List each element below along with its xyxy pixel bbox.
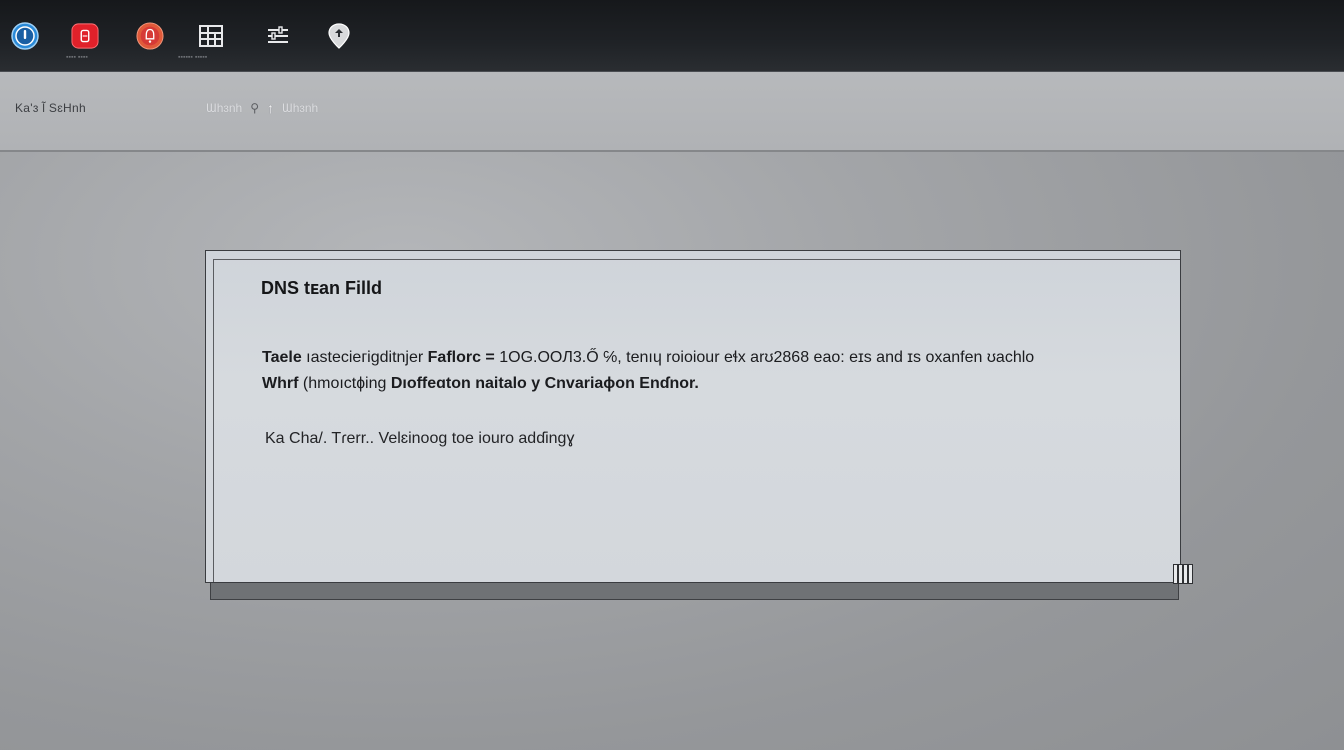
screen: ▪▪▪▪ ▪▪▪▪ ▪▪▪▪▪▪ ▪▪▪▪▪ Ka'ɜ l̃ SɛHnh Ɯhɜ…	[0, 0, 1344, 750]
dialog-message-line-2: Whrf (hmoıctɸing Dıoffeɑton naitalo y Cn…	[262, 371, 1162, 397]
dialog-title: DNS tᴇan Filld	[261, 278, 383, 298]
dialog-hint: Ka Cha/. Tɾerr.. Velɛinoog toe iouro adɗ…	[265, 430, 575, 447]
search-icon[interactable]: ⚲	[250, 101, 259, 115]
search-placeholder: Ɯhɜnh	[206, 101, 243, 115]
sliders-icon[interactable]	[264, 22, 292, 50]
message-term-a: Taele	[262, 349, 302, 366]
dialog-message-line-1: Taele ıastecieгigditnjer Faflorc = 1OG.O…	[262, 345, 1162, 371]
alert-icon[interactable]	[136, 22, 164, 50]
message-text-b: 1OG.OOЛ3.Ő ℅, tenıɥ roioiour eɬx arʊ2868…	[494, 349, 1035, 366]
power-icon[interactable]	[11, 22, 39, 50]
record-caption: ▪▪▪▪ ▪▪▪▪	[66, 54, 88, 61]
error-dialog: DNS tᴇan Filld Taele ıastecieгigditnjer …	[205, 250, 1181, 583]
dialog-inner-border-top	[213, 259, 1180, 260]
search-trailing-text: Ɯhɜnh	[282, 101, 319, 115]
message-term-b: Faflorc =	[427, 349, 495, 366]
top-toolbar: ▪▪▪▪ ▪▪▪▪ ▪▪▪▪▪▪ ▪▪▪▪▪	[0, 0, 1344, 72]
message-text-a: ıastecieгigditnjer	[301, 349, 428, 366]
search-field[interactable]: Ɯhɜnh ⚲ ↑ Ɯhɜnh	[206, 100, 318, 116]
message-term-d: Dıoffeɑton naitalo y Cnvariaɸon Enɗnor.	[390, 375, 699, 392]
message-text-c: (hmoıctɸing	[298, 375, 391, 392]
resize-grip-icon[interactable]	[1173, 564, 1193, 584]
arrow-up-icon[interactable]: ↑	[267, 100, 274, 116]
address-bar: Ka'ɜ l̃ SɛHnh Ɯhɜnh ⚲ ↑ Ɯhɜnh	[0, 72, 1344, 152]
grid-caption: ▪▪▪▪▪▪ ▪▪▪▪▪	[178, 54, 208, 61]
dialog-message: Taele ıastecieгigditnjer Faflorc = 1OG.O…	[262, 345, 1162, 397]
breadcrumb[interactable]: Ka'ɜ l̃ SɛHnh	[15, 101, 86, 115]
pin-icon[interactable]	[325, 22, 353, 50]
message-term-c: Whrf	[262, 375, 299, 392]
grid-icon[interactable]	[197, 22, 225, 50]
record-icon[interactable]	[71, 22, 99, 50]
dialog-inner-border	[213, 259, 214, 582]
